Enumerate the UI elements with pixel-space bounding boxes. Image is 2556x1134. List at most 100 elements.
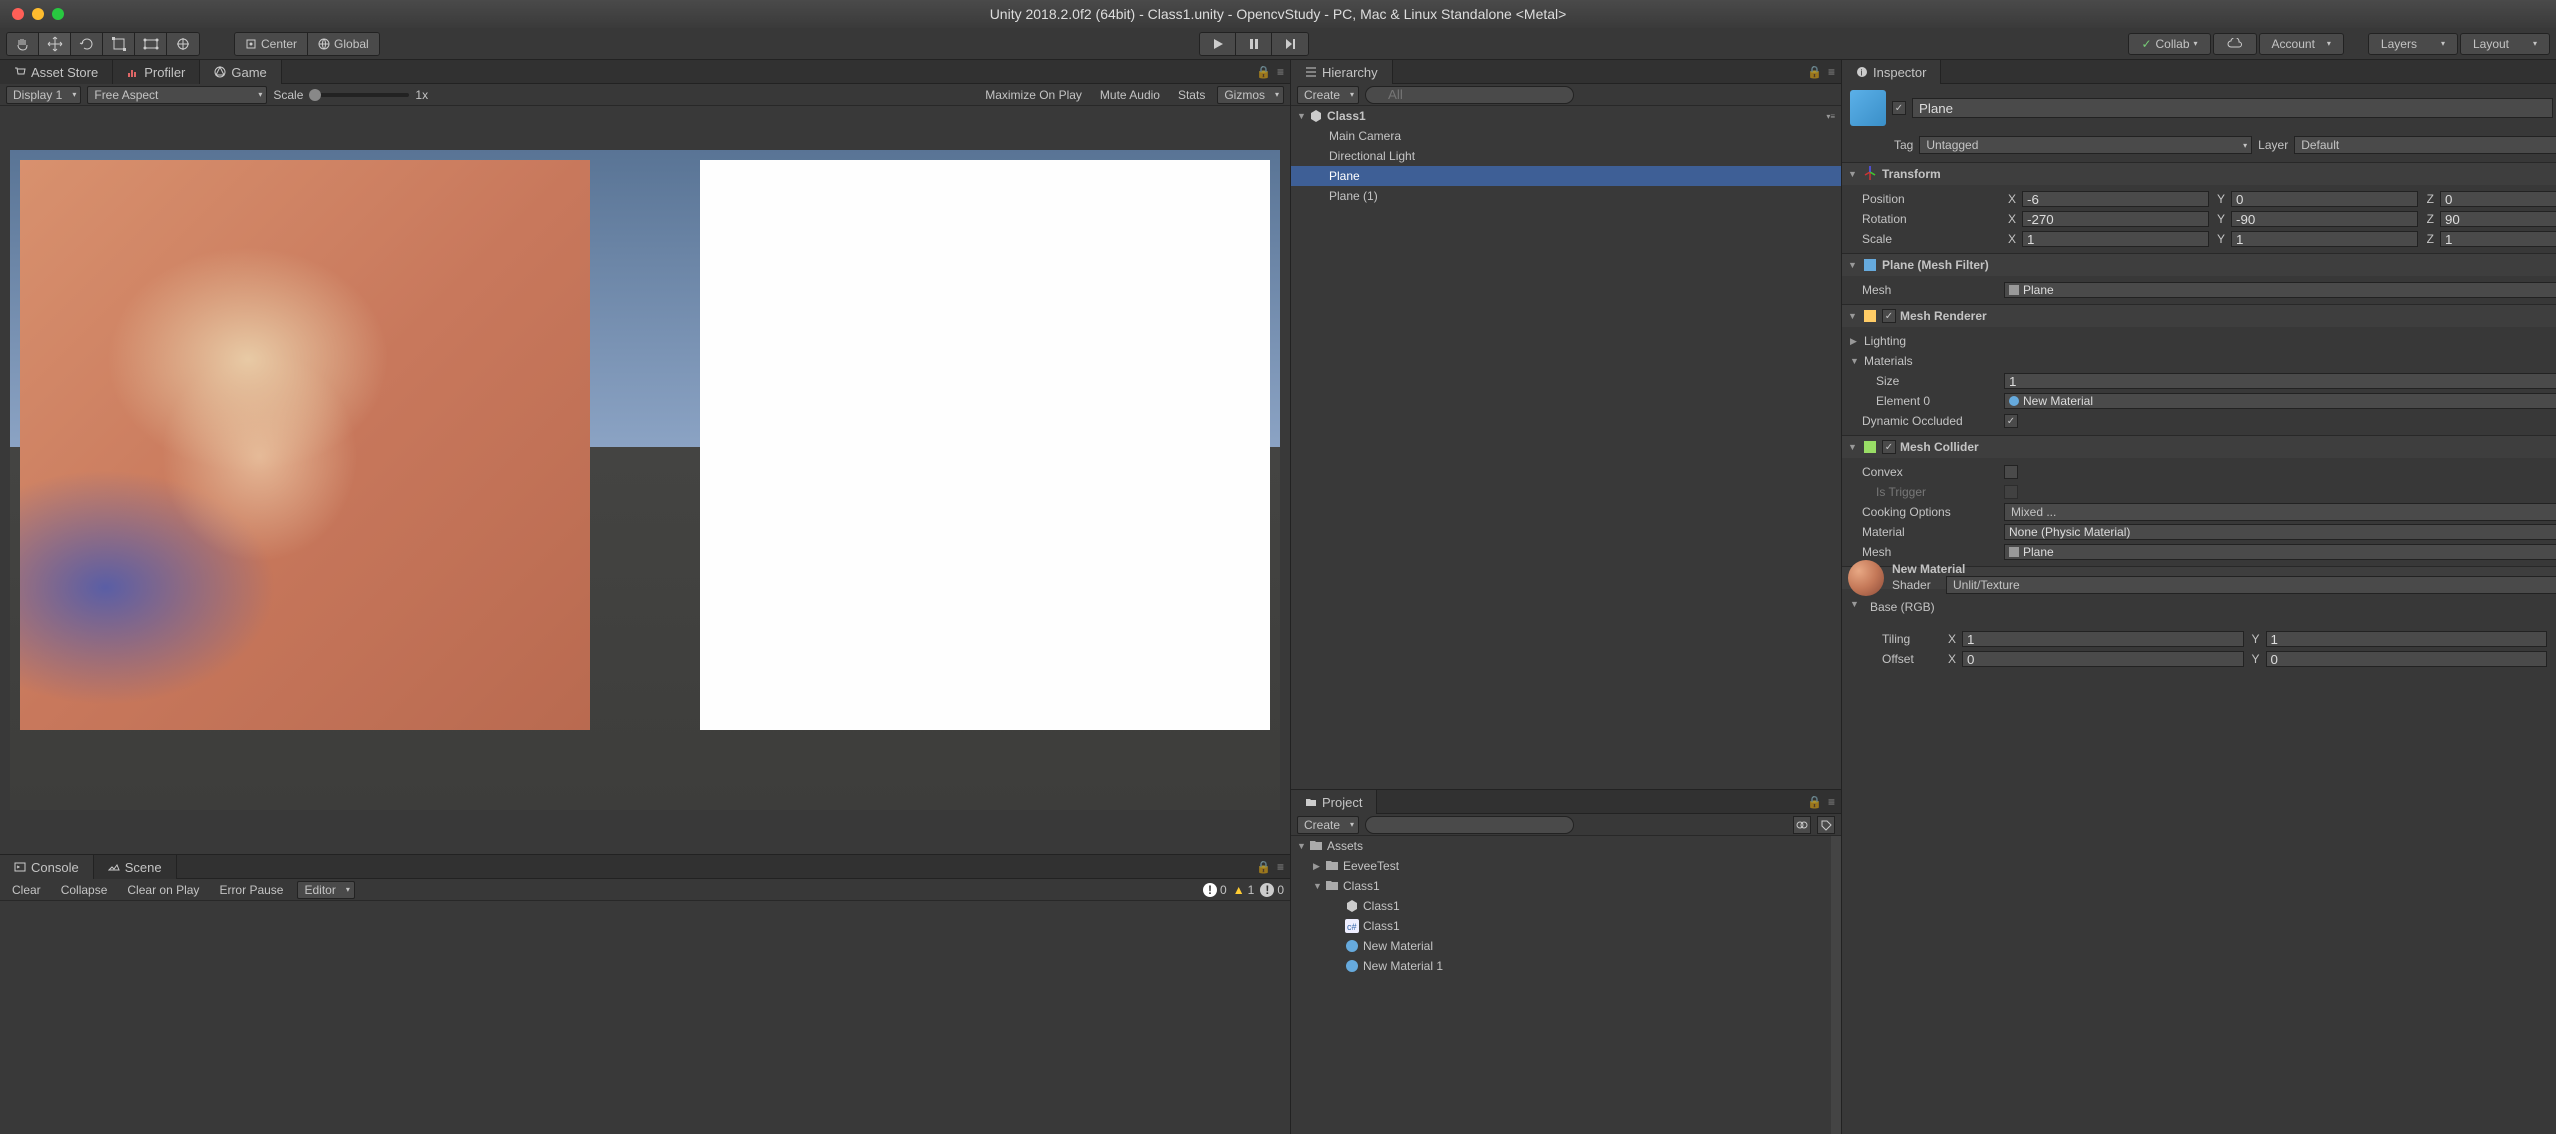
scene-menu-icon[interactable]: ▾≡ — [1826, 112, 1835, 121]
clear-on-play-toggle[interactable]: Clear on Play — [121, 883, 205, 897]
offset-x-field[interactable] — [1962, 651, 2244, 667]
component-foldout[interactable]: ▼ — [1848, 169, 1858, 179]
asset-store-tab[interactable]: Asset Store — [0, 60, 113, 84]
materials-foldout[interactable]: ▼ — [1850, 356, 1860, 366]
minimize-window[interactable] — [32, 8, 44, 20]
hierarchy-search[interactable] — [1365, 86, 1574, 104]
filter-by-type-button[interactable] — [1793, 816, 1811, 834]
pivot-global-button[interactable]: Global — [308, 33, 379, 55]
move-tool[interactable] — [39, 33, 71, 55]
project-tree[interactable]: ▼Assets ▶EeveeTest ▼Class1 Class1 c#Clas… — [1291, 836, 1831, 1134]
lock-icon[interactable]: 🔒 — [1807, 795, 1822, 809]
rot-x-field[interactable] — [2022, 211, 2209, 227]
maximize-window[interactable] — [52, 8, 64, 20]
project-search[interactable] — [1365, 816, 1574, 834]
stats-toggle[interactable]: Stats — [1172, 88, 1211, 102]
mute-toggle[interactable]: Mute Audio — [1094, 88, 1166, 102]
pos-y-field[interactable] — [2231, 191, 2418, 207]
project-item[interactable]: New Material — [1291, 936, 1831, 956]
component-foldout[interactable]: ▼ — [1848, 311, 1858, 321]
project-folder[interactable]: ▼Assets — [1291, 836, 1831, 856]
gizmos-dropdown[interactable]: Gizmos — [1217, 86, 1284, 104]
offset-y-field[interactable] — [2266, 651, 2548, 667]
info-count[interactable]: !0 — [1203, 883, 1227, 897]
project-item[interactable]: New Material 1 — [1291, 956, 1831, 976]
create-dropdown[interactable]: Create — [1297, 86, 1359, 104]
hierarchy-tab[interactable]: Hierarchy — [1291, 60, 1393, 84]
hierarchy-item[interactable]: Plane — [1291, 166, 1841, 186]
rotate-tool[interactable] — [71, 33, 103, 55]
panel-menu-icon[interactable]: ≡ — [1828, 795, 1835, 809]
pos-x-field[interactable] — [2022, 191, 2209, 207]
hierarchy-item[interactable]: Main Camera — [1291, 126, 1841, 146]
rot-z-field[interactable] — [2440, 211, 2556, 227]
layer-dropdown[interactable]: Default — [2294, 136, 2556, 154]
profiler-tab[interactable]: Profiler — [113, 60, 200, 84]
scene-row[interactable]: ▼Class1▾≡ — [1291, 106, 1841, 126]
layers-button[interactable]: Layers▾ — [2368, 33, 2458, 55]
pos-z-field[interactable] — [2440, 191, 2556, 207]
scale-z-field[interactable] — [2440, 231, 2556, 247]
materials-size-field[interactable] — [2004, 373, 2556, 389]
scene-tab[interactable]: Scene — [94, 855, 177, 879]
shader-dropdown[interactable]: Unlit/Texture — [1946, 576, 2556, 594]
hand-tool[interactable] — [7, 33, 39, 55]
physic-material-field[interactable]: None (Physic Material) — [2004, 524, 2556, 540]
scale-y-field[interactable] — [2231, 231, 2418, 247]
project-tab[interactable]: Project — [1291, 790, 1377, 814]
tiling-y-field[interactable] — [2266, 631, 2548, 647]
project-item[interactable]: c#Class1 — [1291, 916, 1831, 936]
editor-dropdown[interactable]: Editor — [297, 881, 354, 899]
layout-button[interactable]: Layout▾ — [2460, 33, 2550, 55]
filter-by-label-button[interactable] — [1817, 816, 1835, 834]
account-button[interactable]: Account▾ — [2259, 33, 2344, 55]
lighting-foldout[interactable]: ▶ — [1850, 336, 1860, 347]
hierarchy-item[interactable]: Directional Light — [1291, 146, 1841, 166]
element0-field[interactable]: New Material — [2004, 393, 2556, 409]
renderer-enabled-checkbox[interactable]: ✓ — [1882, 309, 1896, 323]
scale-tool[interactable] — [103, 33, 135, 55]
console-tab[interactable]: Console — [0, 855, 94, 879]
panel-menu-icon[interactable]: ≡ — [1828, 65, 1835, 79]
panel-menu-icon[interactable]: ≡ — [1277, 65, 1284, 79]
lock-icon[interactable]: 🔒 — [1256, 860, 1271, 874]
scale-slider[interactable] — [309, 93, 409, 97]
transform-tool[interactable] — [167, 33, 199, 55]
pause-button[interactable] — [1236, 33, 1272, 55]
step-button[interactable] — [1272, 33, 1308, 55]
hierarchy-body[interactable]: ▼Class1▾≡ Main Camera Directional Light … — [1291, 106, 1841, 789]
project-scrollbar[interactable] — [1831, 836, 1841, 1134]
close-window[interactable] — [12, 8, 24, 20]
collapse-toggle[interactable]: Collapse — [55, 883, 114, 897]
project-item[interactable]: Class1 — [1291, 896, 1831, 916]
object-name-field[interactable] — [1912, 98, 2553, 118]
tiling-x-field[interactable] — [1962, 631, 2244, 647]
dynamic-occluded-checkbox[interactable]: ✓ — [2004, 414, 2018, 428]
console-body[interactable] — [0, 901, 1290, 1134]
lock-icon[interactable]: 🔒 — [1807, 65, 1822, 79]
collider-enabled-checkbox[interactable]: ✓ — [1882, 440, 1896, 454]
maximize-toggle[interactable]: Maximize On Play — [979, 88, 1088, 102]
collab-button[interactable]: ✓Collab▾ — [2128, 33, 2210, 55]
tag-dropdown[interactable]: Untagged — [1919, 136, 2252, 154]
pivot-center-button[interactable]: Center — [235, 33, 308, 55]
material-foldout[interactable]: ▼ — [1850, 599, 1860, 609]
lock-icon[interactable]: 🔒 — [1256, 65, 1271, 79]
convex-checkbox[interactable] — [2004, 465, 2018, 479]
cloud-button[interactable] — [2213, 33, 2257, 55]
rect-tool[interactable] — [135, 33, 167, 55]
component-foldout[interactable]: ▼ — [1848, 442, 1858, 452]
play-button[interactable] — [1200, 33, 1236, 55]
display-dropdown[interactable]: Display 1 — [6, 86, 81, 104]
aspect-dropdown[interactable]: Free Aspect — [87, 86, 267, 104]
game-tab[interactable]: Game — [200, 60, 281, 84]
error-count[interactable]: !0 — [1260, 883, 1284, 897]
collider-mesh-field[interactable]: Plane — [2004, 544, 2556, 560]
component-foldout[interactable]: ▼ — [1848, 260, 1858, 270]
rot-y-field[interactable] — [2231, 211, 2418, 227]
inspector-body[interactable]: ✓ Static▾ Tag Untagged Layer Default ▼ — [1842, 84, 2556, 1134]
inspector-tab[interactable]: iInspector — [1842, 60, 1941, 84]
game-view[interactable] — [0, 106, 1290, 854]
active-checkbox[interactable]: ✓ — [1892, 101, 1906, 115]
error-pause-toggle[interactable]: Error Pause — [213, 883, 289, 897]
